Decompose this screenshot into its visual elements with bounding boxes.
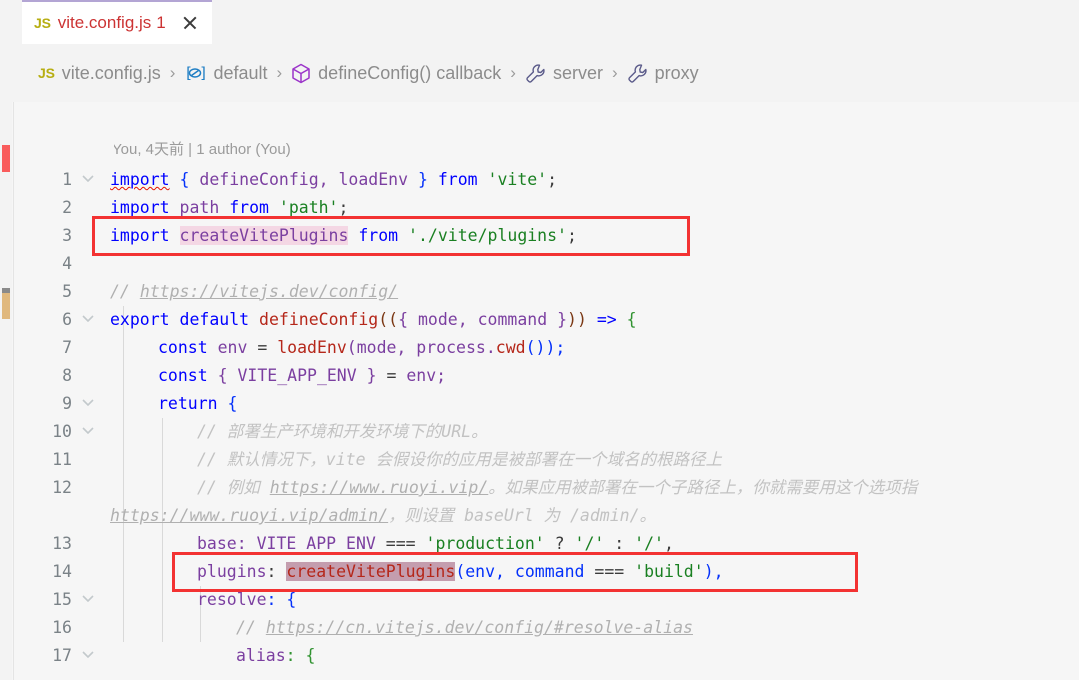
breadcrumb-label-server: server [552,62,603,83]
token-highlighted-symbol: createVitePlugins [286,562,456,581]
line-number: 17 [52,646,72,665]
code-line-14[interactable]: plugins: createVitePlugins(env, command … [110,558,724,586]
code-line-13[interactable]: base: VITE_APP_ENV === 'production' ? '/… [110,530,674,558]
breadcrumb-label-default: default [213,62,268,83]
code-line-16[interactable]: // https://cn.vitejs.dev/config/#resolve… [110,614,693,642]
line-number: 14 [52,562,72,581]
wrench-property-icon [525,63,546,84]
comment-link[interactable]: https://www.ruoyi.vip/ [270,478,489,497]
line-number: 3 [62,226,72,245]
token-function: loadEnv [277,338,347,357]
breadcrumb-item-defineconfig-callback[interactable]: defineConfig() callback [291,63,501,84]
line-number: 6 [62,310,72,329]
code-line-17[interactable]: alias: { [110,642,315,670]
fold-chevron-icon[interactable] [80,418,96,446]
tab-filename: vite.config.js [57,13,152,32]
breadcrumb-separator: › [169,63,176,82]
line-number: 4 [62,254,72,273]
code-content[interactable]: import { defineConfig, loadEnv } from 'v… [110,102,1079,680]
line-number: 2 [62,198,72,217]
token-property: resolve [197,590,267,609]
vscode-editor-window: JS vite.config.js 1 JS vite.config.js › … [0,0,1079,680]
comment-link[interactable]: https://cn.vitejs.dev/config/#resolve-al… [266,618,693,637]
overview-marker-error[interactable] [2,145,10,172]
line-number: 8 [62,366,72,385]
breadcrumb-item-file[interactable]: JS vite.config.js [38,63,161,84]
token-highlighted-symbol: createVitePlugins [179,226,349,245]
overview-marker-modified[interactable] [2,293,10,319]
tab-problem-count: 1 [156,13,166,32]
breadcrumb-item-default[interactable]: [ ] default [184,63,267,84]
line-number: 7 [62,338,72,357]
breadcrumb-label-file: vite.config.js [61,62,161,83]
breadcrumb-label-proxy: proxy [654,62,699,83]
breadcrumb: JS vite.config.js › [ ] default › [0,44,1079,102]
js-file-icon: JS [38,65,55,81]
module-icon: [ ] [184,64,206,82]
line-number: 9 [62,394,72,413]
code-line-8[interactable]: const { VITE_APP_ENV } = env; [110,362,446,390]
token-function: defineConfig [259,310,379,329]
code-line-2[interactable]: import path from 'path'; [110,194,348,222]
token-property: plugins [197,562,267,581]
line-number: 11 [52,450,72,469]
breadcrumb-separator: › [611,63,618,82]
line-number-gutter: 1 2 3 4 5 6 7 8 9 10 11 12 13 14 15 16 1… [14,102,114,680]
code-line-7[interactable]: const env = loadEnv(mode, process.cwd())… [110,334,565,362]
line-number: 10 [52,422,72,441]
wrench-property-icon [627,63,648,84]
code-line-12[interactable]: // 例如 https://www.ruoyi.vip/。如果应用被部署在一个子… [110,474,917,502]
code-editor[interactable]: You, 4天前 | 1 author (You) 1 2 3 4 5 6 7 … [0,102,1079,680]
editor-tab-vite-config[interactable]: JS vite.config.js 1 [22,0,212,44]
token-keyword: import [110,226,170,245]
breadcrumb-separator: › [510,63,516,82]
editor-tab-bar: JS vite.config.js 1 [0,0,1079,44]
svg-text:[: [ [184,64,193,82]
token-keyword: import [110,198,170,217]
code-line-11[interactable]: // 默认情况下，vite 会假设你的应用是被部署在一个域名的根路径上 [110,446,722,474]
js-file-icon: JS [34,15,51,31]
code-line-12-wrapped[interactable]: https://www.ruoyi.vip/admin/，则设置 baseUrl… [0,502,656,530]
code-line-5[interactable]: // https://vitejs.dev/config/ [110,278,398,306]
fold-chevron-icon[interactable] [80,306,96,334]
code-line-9[interactable]: return { [110,390,237,418]
comment-link[interactable]: https://vitejs.dev/config/ [140,282,398,301]
breadcrumb-item-proxy[interactable]: proxy [627,63,699,84]
breadcrumb-label-defineconfig-callback: defineConfig() callback [318,62,502,83]
code-line-3[interactable]: import createVitePlugins from './vite/pl… [110,222,577,250]
cube-symbol-icon [291,63,311,84]
token-property: base [197,534,237,553]
line-number: 15 [52,590,72,609]
line-number: 1 [62,170,72,189]
token-keyword: const [158,338,208,357]
comment-link[interactable]: https://www.ruoyi.vip/admin/ [110,506,388,525]
code-line-10[interactable]: // 部署生产环境和开发环境下的URL。 [110,418,488,446]
breadcrumb-separator: › [276,63,283,82]
close-icon[interactable] [180,13,200,33]
breadcrumb-item-server[interactable]: server [525,63,603,84]
fold-chevron-icon[interactable] [80,166,96,194]
token-property: alias [236,646,286,665]
line-number: 13 [52,534,72,553]
line-number: 16 [52,618,72,637]
token-keyword: return [158,394,218,413]
code-line-6[interactable]: export default defineConfig(({ mode, com… [110,306,637,334]
code-line-15[interactable]: resolve: { [110,586,296,614]
token-keyword: const [158,366,208,385]
fold-chevron-icon[interactable] [80,642,96,670]
fold-chevron-icon[interactable] [80,390,96,418]
fold-chevron-icon[interactable] [80,586,96,614]
overview-ruler[interactable] [0,102,12,680]
code-line-1[interactable]: import { defineConfig, loadEnv } from 'v… [110,166,557,194]
token-function: cwd [495,338,526,357]
token-keyword: import [110,170,170,189]
line-number: 5 [62,282,72,301]
line-number: 12 [52,478,72,497]
token-keyword: export [110,310,170,329]
